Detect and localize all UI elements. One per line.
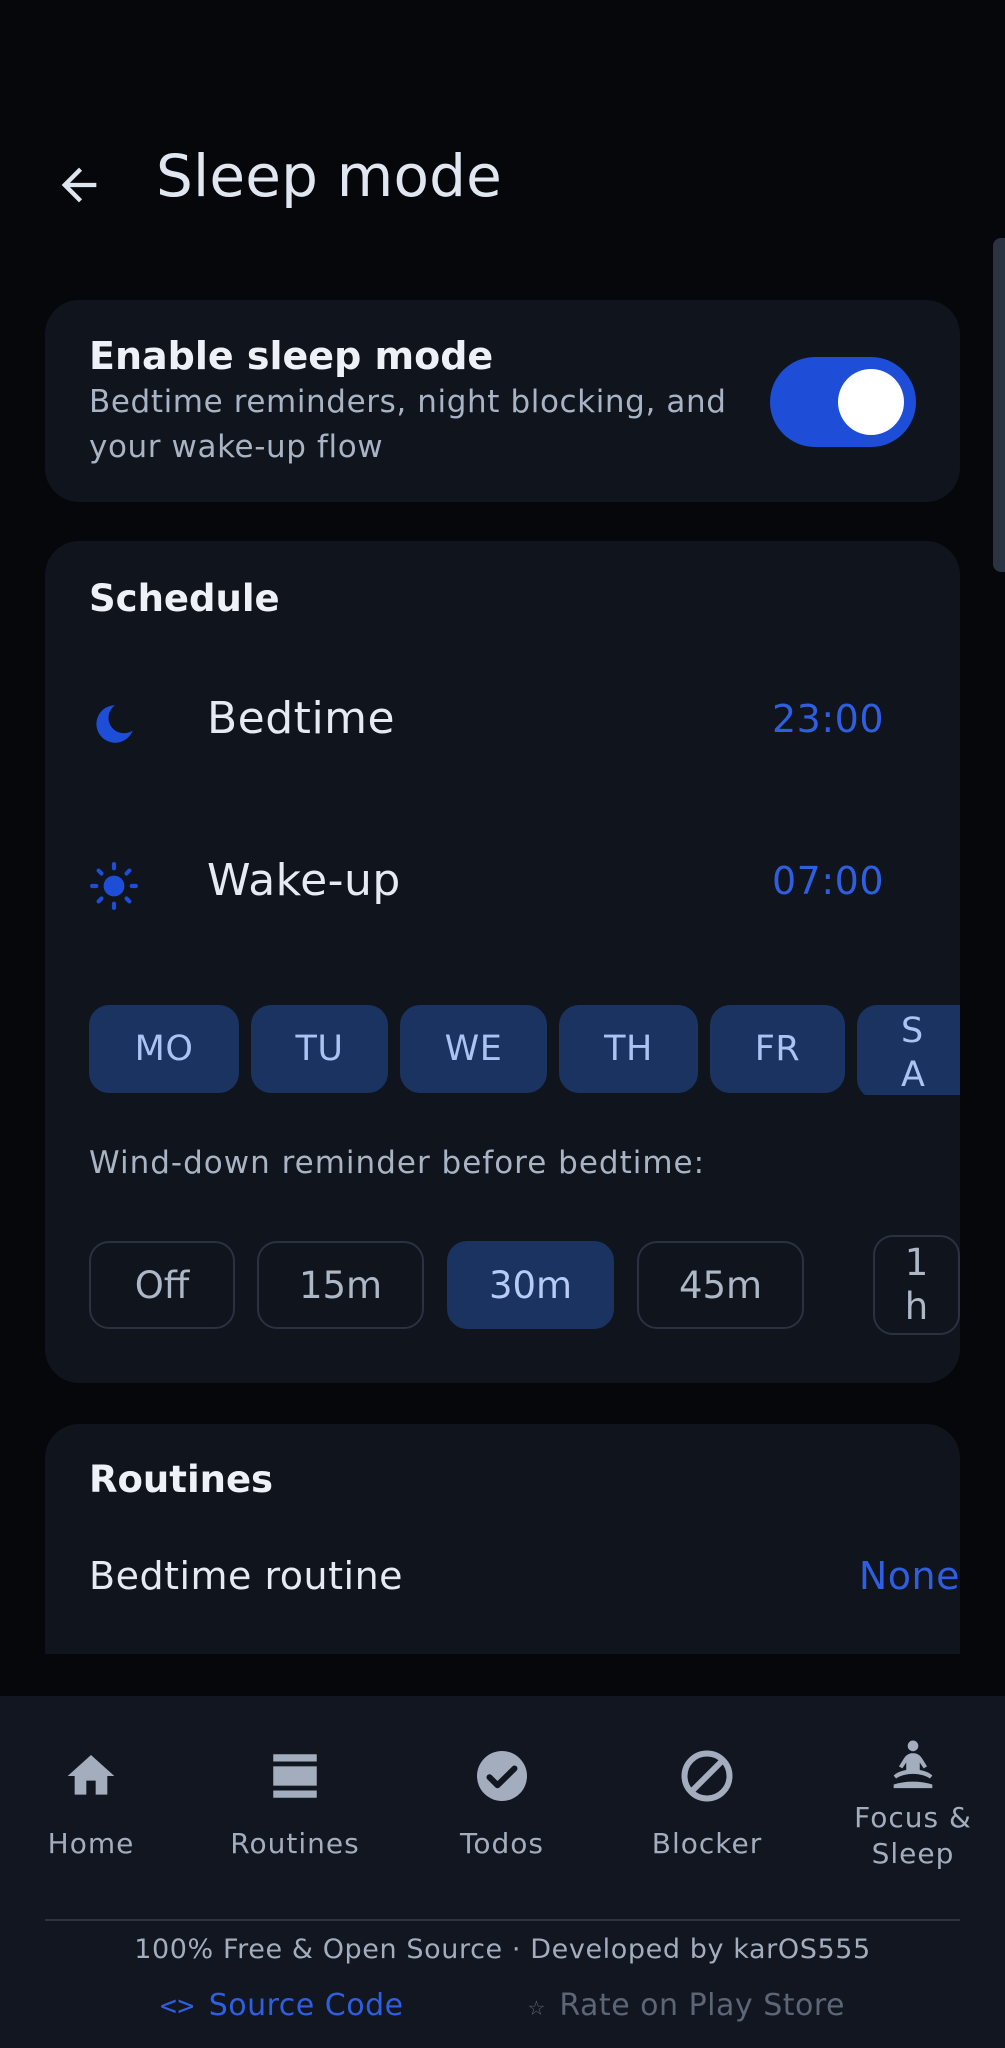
bedtime-routine-label: Bedtime routine: [89, 1554, 404, 1598]
meditation-icon: [893, 1740, 933, 1789]
enable-sleep-mode-description: Bedtime reminders, night blocking, and y…: [89, 384, 727, 465]
top-app-bar: Sleep mode: [0, 120, 1005, 240]
enable-sleep-mode-title: Enable sleep mode: [89, 334, 494, 378]
schedule-card: Schedule Bedtime 23:00 Wake-up 07:00 MO …: [45, 541, 960, 1383]
nav-label-focus-sleep-line2: Sleep: [871, 1837, 955, 1870]
day-chip-fr[interactable]: FR: [710, 1005, 845, 1093]
winddown-30m[interactable]: 30m: [447, 1241, 614, 1329]
nav-label-focus-sleep-line1: Focus &: [854, 1801, 972, 1834]
scrollbar[interactable]: [993, 238, 1005, 572]
winddown-1h-line1: 1: [904, 1241, 929, 1284]
home-icon: [67, 1755, 115, 1795]
nav-item-focus-sleep[interactable]: Focus & Sleep: [813, 1734, 1005, 1884]
source-code-link[interactable]: <> Source Code: [160, 1988, 404, 2023]
nav-item-home[interactable]: Home: [0, 1746, 191, 1896]
day-chip-sa[interactable]: S A: [857, 1005, 960, 1095]
winddown-1h[interactable]: 1 h: [873, 1235, 960, 1335]
moon-icon: [96, 705, 133, 743]
page-title: Sleep mode: [156, 142, 503, 210]
nav-label-blocker: Blocker: [651, 1827, 763, 1860]
wakeup-label: Wake-up: [207, 855, 401, 906]
bedtime-routine-row[interactable]: Bedtime routine None: [89, 1538, 960, 1628]
routines-icon: [273, 1754, 317, 1798]
wakeup-value[interactable]: 07:00: [772, 859, 884, 903]
wakeup-row[interactable]: Wake-up 07:00: [89, 841, 926, 931]
weekday-selector: MO TU WE TH FR S A: [89, 1005, 960, 1095]
bedtime-label: Bedtime: [207, 693, 396, 744]
enable-sleep-mode-card[interactable]: Enable sleep mode Bedtime reminders, nig…: [45, 300, 960, 502]
day-chip-mo[interactable]: MO: [89, 1005, 239, 1093]
bedtime-routine-value[interactable]: None: [859, 1554, 960, 1598]
bedtime-value[interactable]: 23:00: [772, 697, 884, 741]
winddown-1h-line2: h: [904, 1285, 929, 1328]
rate-play-store-link[interactable]: ☆ Rate on Play Store: [528, 1988, 845, 2023]
schedule-title: Schedule: [89, 577, 280, 620]
arrow-back-icon: [61, 167, 97, 203]
nav-item-blocker[interactable]: Blocker: [607, 1746, 807, 1896]
day-chip-we[interactable]: WE: [400, 1005, 547, 1093]
nav-item-todos[interactable]: Todos: [402, 1746, 602, 1896]
day-chip-th[interactable]: TH: [559, 1005, 698, 1093]
winddown-15m[interactable]: 15m: [257, 1241, 424, 1329]
enable-sleep-mode-toggle[interactable]: [770, 357, 916, 447]
sun-icon: [90, 862, 138, 910]
winddown-off[interactable]: Off: [89, 1241, 235, 1329]
winddown-selector: Off 15m 30m 45m 1 h: [89, 1233, 960, 1343]
sleep-mode-screen: Sleep mode Enable sleep mode Bedtime rem…: [0, 0, 1005, 2048]
nav-label-focus-sleep: Focus & Sleep: [854, 1800, 972, 1872]
source-code-label: Source Code: [208, 1988, 404, 2023]
nav-item-routines[interactable]: Routines: [195, 1746, 395, 1896]
routines-title: Routines: [89, 1458, 274, 1501]
check-circle-icon: [477, 1751, 527, 1801]
rate-play-store-label: Rate on Play Store: [559, 1988, 845, 2023]
footer-divider: [45, 1919, 960, 1921]
star-icon: ☆: [528, 1989, 546, 2022]
toggle-knob: [838, 369, 904, 435]
nav-label-todos: Todos: [460, 1827, 544, 1860]
back-button[interactable]: [44, 150, 114, 220]
day-chip-sa-line2: A: [901, 1055, 926, 1095]
bedtime-row[interactable]: Bedtime 23:00: [89, 679, 926, 769]
code-icon: <>: [160, 1989, 195, 2022]
footer-credit: 100% Free & Open Source · Developed by k…: [134, 1934, 871, 1965]
winddown-label: Wind-down reminder before bedtime:: [89, 1145, 706, 1181]
bottom-navigation: Home Routines Todos Blocker Focus & Slee…: [0, 1696, 1005, 2048]
nav-label-home: Home: [47, 1827, 135, 1860]
block-icon: [681, 1750, 733, 1802]
routines-card: Routines Bedtime routine None: [45, 1424, 960, 1654]
day-chip-sa-line1: S: [901, 1011, 924, 1051]
nav-label-routines: Routines: [230, 1827, 360, 1860]
day-chip-tu[interactable]: TU: [251, 1005, 388, 1093]
winddown-45m[interactable]: 45m: [637, 1241, 804, 1329]
footer-links: <> Source Code ☆ Rate on Play Store: [0, 1988, 1005, 2032]
